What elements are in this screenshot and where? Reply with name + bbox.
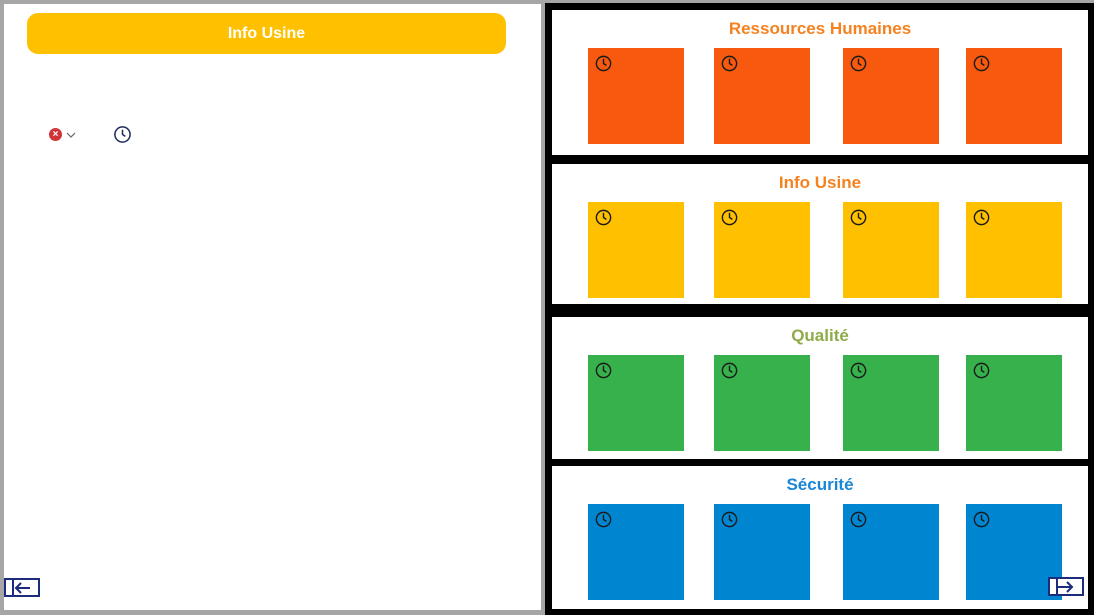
section-title: Ressources Humaines [728, 19, 912, 38]
clock-icon [973, 511, 990, 528]
clock-icon[interactable] [113, 125, 132, 144]
clock-icon [595, 55, 612, 72]
tile[interactable] [843, 504, 939, 600]
section-securite: Sécurité [552, 466, 1088, 609]
section-info-usine: Info Usine [552, 164, 1088, 304]
clock-icon [721, 362, 738, 379]
clock-icon [850, 209, 867, 226]
filter-controls: × [49, 125, 132, 144]
tile[interactable] [714, 48, 810, 144]
section-qualite: Qualité [552, 317, 1088, 459]
clock-icon [721, 55, 738, 72]
tile[interactable] [714, 355, 810, 451]
section-title: Qualité [791, 326, 849, 345]
tile[interactable] [843, 355, 939, 451]
section-title: Info Usine [778, 173, 862, 192]
back-button-edge [12, 580, 14, 595]
header-label: Info Usine [227, 24, 306, 42]
tile[interactable] [588, 504, 684, 600]
left-panel: Info Usine × [4, 4, 541, 610]
arrow-left-icon [14, 581, 30, 594]
clock-icon [850, 362, 867, 379]
info-usine-header-button[interactable]: Info Usine [27, 13, 506, 54]
tile[interactable] [966, 202, 1062, 298]
forward-button[interactable] [1048, 577, 1084, 596]
clock-icon [595, 209, 612, 226]
section-ressources-humaines: Ressources Humaines [552, 10, 1088, 155]
clock-icon [721, 511, 738, 528]
clock-icon [973, 209, 990, 226]
tile[interactable] [714, 202, 810, 298]
clock-icon [973, 55, 990, 72]
clock-icon [850, 55, 867, 72]
clock-icon [595, 511, 612, 528]
tile[interactable] [588, 202, 684, 298]
clock-icon [973, 362, 990, 379]
tile[interactable] [588, 48, 684, 144]
forward-button-edge [1056, 579, 1058, 594]
clock-icon [721, 209, 738, 226]
tile[interactable] [843, 48, 939, 144]
section-title: Sécurité [786, 475, 854, 494]
tile[interactable] [843, 202, 939, 298]
clock-icon [595, 362, 612, 379]
x-circle-icon[interactable]: × [49, 128, 62, 141]
tile[interactable] [966, 355, 1062, 451]
back-button[interactable] [4, 578, 40, 597]
arrow-right-icon [1058, 580, 1074, 593]
clock-icon [850, 511, 867, 528]
tile[interactable] [714, 504, 810, 600]
right-panel: Ressources Humaines Info Usine Qualité Sécu… [545, 3, 1094, 615]
chevron-down-icon[interactable] [65, 129, 77, 141]
tile[interactable] [966, 48, 1062, 144]
tile[interactable] [588, 355, 684, 451]
